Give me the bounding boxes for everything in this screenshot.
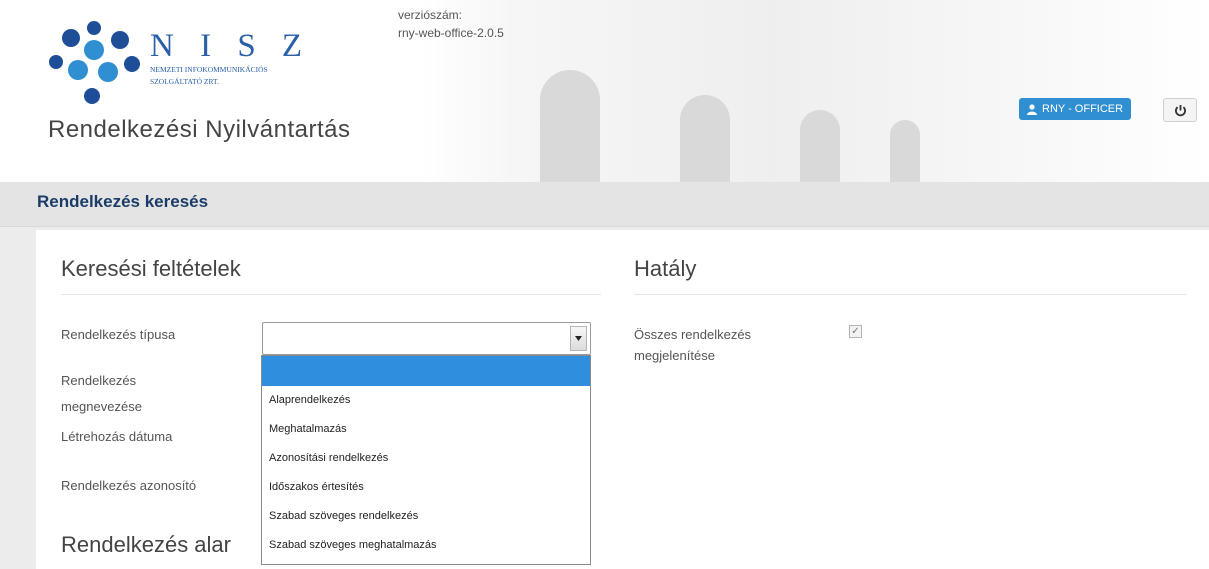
- logo-subtitle-2: SZOLGÁLTATÓ ZRT.: [150, 77, 219, 86]
- dropdown-option-szabad-meghatalmazas[interactable]: Szabad szöveges meghatalmazás: [262, 531, 590, 560]
- power-icon: [1174, 104, 1186, 116]
- nisz-logo-icon: [49, 21, 140, 104]
- select-arrow-button[interactable]: [570, 326, 587, 351]
- logo-name: N I S Z: [150, 28, 312, 64]
- dropdown-option-szabad-rendelkezes[interactable]: Szabad szöveges rendelkezés: [262, 502, 590, 531]
- type-dropdown-list: Alaprendelkezés Meghatalmazás Azonosítás…: [261, 355, 591, 565]
- type-label: Rendelkezés típusa: [61, 327, 176, 342]
- header: N I S Z NEMZETI INFOKOMMUNIKÁCIÓS SZOLGÁ…: [0, 0, 1209, 182]
- chevron-down-icon: [575, 336, 582, 341]
- user-button[interactable]: RNY - OFFICER: [1019, 98, 1132, 120]
- logo-subtitle-1: NEMZETI INFOKOMMUNIKÁCIÓS: [150, 65, 268, 74]
- dropdown-option-alaprendelkezes[interactable]: Alaprendelkezés: [262, 386, 590, 415]
- header-background-building: [420, 0, 1209, 182]
- show-all-checkbox[interactable]: ✓: [849, 325, 862, 338]
- page-title: Rendelkezés keresés: [37, 192, 209, 211]
- search-section-divider: [61, 294, 601, 295]
- search-section-title: Keresési feltételek: [61, 256, 241, 281]
- hataly-section-divider: [634, 294, 1186, 295]
- dropdown-option-empty[interactable]: [262, 356, 590, 386]
- user-icon: [1027, 103, 1037, 115]
- dropdown-option-idoszakos[interactable]: Időszakos értesítés: [262, 473, 590, 502]
- basis-section-title: Rendelkezés alar: [61, 532, 231, 557]
- show-all-label-line1: Összes rendelkezés: [634, 327, 752, 342]
- version-info: verziószám: rny-web-office-2.0.5: [398, 6, 504, 42]
- name-label-line1: Rendelkezés: [61, 373, 137, 388]
- version-label: verziószám:: [398, 8, 463, 22]
- show-all-label-line2: megjelenítése: [634, 348, 715, 363]
- logout-button[interactable]: [1163, 98, 1197, 122]
- type-select[interactable]: [262, 322, 591, 355]
- id-label: Rendelkezés azonosító: [61, 478, 197, 493]
- dropdown-option-azonositasi[interactable]: Azonosítási rendelkezés: [262, 444, 590, 473]
- hataly-section-title: Hatály: [634, 256, 697, 281]
- user-label: RNY - OFFICER: [1042, 103, 1124, 115]
- date-label: Létrehozás dátuma: [61, 429, 173, 444]
- version-value: rny-web-office-2.0.5: [398, 26, 504, 40]
- dropdown-option-meghatalmazas[interactable]: Meghatalmazás: [262, 415, 590, 444]
- name-label-line2: megnevezése: [61, 399, 142, 414]
- nisz-logo: N I S Z NEMZETI INFOKOMMUNIKÁCIÓS SZOLGÁ…: [150, 28, 312, 87]
- app-title: Rendelkezési Nyilvántartás: [48, 116, 351, 143]
